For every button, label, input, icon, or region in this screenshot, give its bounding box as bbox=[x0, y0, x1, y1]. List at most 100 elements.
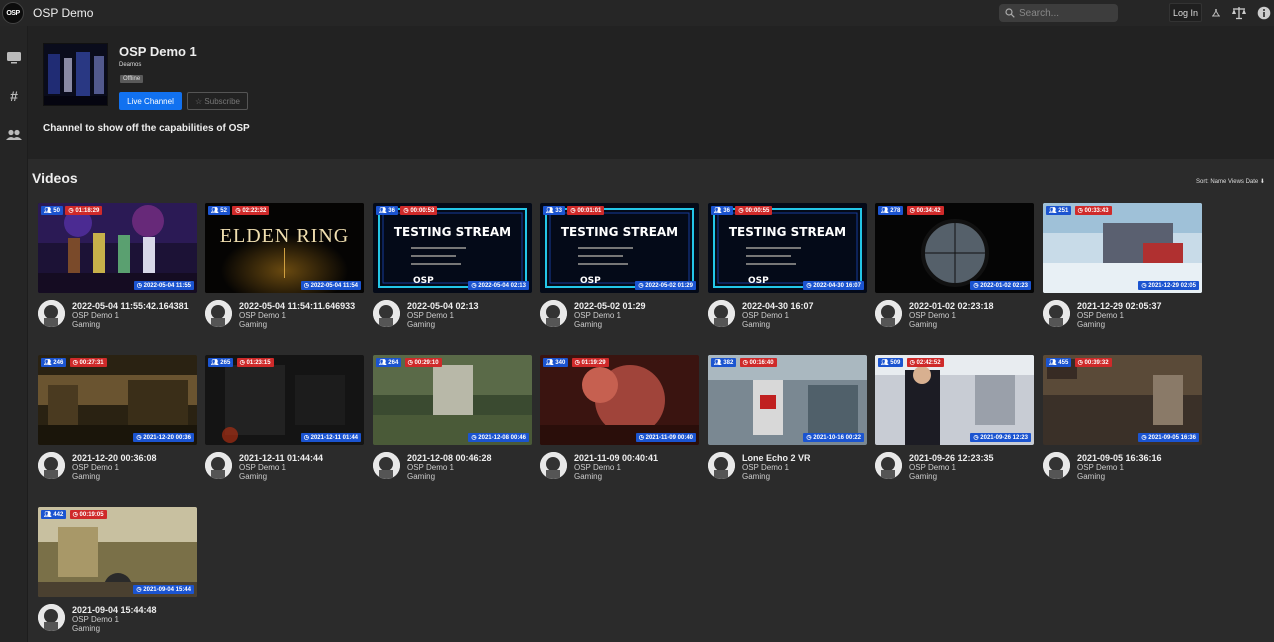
video-title[interactable]: 2021-12-29 02:05:37 bbox=[1077, 301, 1162, 311]
video-owner[interactable]: OSP Demo 1 bbox=[574, 463, 621, 472]
video-owner[interactable]: OSP Demo 1 bbox=[407, 463, 454, 472]
avatar[interactable] bbox=[38, 452, 65, 479]
scale-icon[interactable] bbox=[1231, 5, 1247, 21]
theme-toggle-icon[interactable] bbox=[1208, 5, 1224, 21]
video-title[interactable]: 2022-05-04 11:54:11.646933 bbox=[239, 301, 355, 311]
video-topic[interactable]: Gaming bbox=[909, 472, 937, 481]
topics-hash-icon[interactable]: # bbox=[5, 87, 23, 105]
video-title[interactable]: 2021-12-11 01:44:44 bbox=[239, 453, 323, 463]
video-thumbnail[interactable]: 👥︎ 50 ◷ 01:18:29 ◷ 2022-05-04 11:55 bbox=[38, 203, 197, 293]
video-topic[interactable]: Gaming bbox=[72, 624, 100, 633]
video-owner[interactable]: OSP Demo 1 bbox=[1077, 463, 1124, 472]
video-topic[interactable]: Gaming bbox=[1077, 472, 1105, 481]
video-card[interactable]: 👥︎ 442 ◷ 00:19:05 ◷ 2021-09-04 15:44 2021-0… bbox=[38, 507, 197, 642]
app-title[interactable]: OSP Demo bbox=[33, 6, 93, 20]
video-thumbnail[interactable]: 👥︎ 278 ◷ 00:34:42 ◷ 2022-01-02 02:23 bbox=[875, 203, 1034, 293]
video-card[interactable]: OSP TESTING STREAM 👥︎ 36 ◷ 00:00:55 ◷ 2022-0… bbox=[708, 203, 867, 338]
video-topic[interactable]: Gaming bbox=[742, 472, 770, 481]
video-topic[interactable]: Gaming bbox=[909, 320, 937, 329]
avatar[interactable] bbox=[875, 452, 902, 479]
video-thumbnail[interactable]: 👥︎ 264 ◷ 00:29:10 ◷ 2021-12-08 00:46 bbox=[373, 355, 532, 445]
video-topic[interactable]: Gaming bbox=[407, 472, 435, 481]
video-card[interactable]: 👥︎ 382 ◷ 00:16:40 ◷ 2021-10-16 00:22 Lone E… bbox=[708, 355, 867, 490]
video-thumbnail[interactable]: 👥︎ 265 ◷ 01:23:15 ◷ 2021-12-11 01:44 bbox=[205, 355, 364, 445]
video-owner[interactable]: OSP Demo 1 bbox=[742, 311, 789, 320]
video-thumbnail[interactable]: OSP TESTING STREAM 👥︎ 36 ◷ 00:00:55 ◷ 2022-0… bbox=[708, 203, 867, 293]
video-title[interactable]: 2022-05-04 11:55:42.164381 bbox=[72, 301, 189, 311]
video-card[interactable]: OSP TESTING STREAM 👥︎ 36 ◷ 00:00:53 ◷ 2022-0… bbox=[373, 203, 532, 338]
subscribe-button[interactable]: ☆ Subscribe bbox=[187, 92, 248, 110]
video-thumbnail[interactable]: 👥︎ 442 ◷ 00:19:05 ◷ 2021-09-04 15:44 bbox=[38, 507, 197, 597]
video-thumbnail[interactable]: 👥︎ 340 ◷ 01:19:29 ◷ 2021-11-09 00:40 bbox=[540, 355, 699, 445]
osp-logo[interactable]: OSP bbox=[2, 2, 24, 24]
video-title[interactable]: 2021-09-05 16:36:16 bbox=[1077, 453, 1162, 463]
avatar[interactable] bbox=[373, 300, 400, 327]
video-title[interactable]: Lone Echo 2 VR bbox=[742, 453, 811, 463]
video-owner[interactable]: OSP Demo 1 bbox=[909, 463, 956, 472]
video-card[interactable]: OSP TESTING STREAM 👥︎ 33 ◷ 00:01:01 ◷ 2022-0… bbox=[540, 203, 699, 338]
video-card[interactable]: 👥︎ 278 ◷ 00:34:42 ◷ 2022-01-02 02:23 2022-0… bbox=[875, 203, 1034, 338]
video-title[interactable]: 2021-09-04 15:44:48 bbox=[72, 605, 157, 615]
video-thumbnail[interactable]: 👥︎ 455 ◷ 00:39:32 ◷ 2021-09-05 16:36 bbox=[1043, 355, 1202, 445]
avatar[interactable] bbox=[540, 300, 567, 327]
video-title[interactable]: 2022-04-30 16:07 bbox=[742, 301, 814, 311]
video-thumbnail[interactable]: 👥︎ 382 ◷ 00:16:40 ◷ 2021-10-16 00:22 bbox=[708, 355, 867, 445]
video-card[interactable]: 👥︎ 455 ◷ 00:39:32 ◷ 2021-09-05 16:36 2021-0… bbox=[1043, 355, 1202, 490]
video-topic[interactable]: Gaming bbox=[72, 472, 100, 481]
video-card[interactable]: 👥︎ 246 ◷ 00:27:31 ◷ 2021-12-20 00:36 2021-1… bbox=[38, 355, 197, 490]
live-channel-button[interactable]: Live Channel bbox=[119, 92, 182, 110]
video-thumbnail[interactable]: ELDEN RING 👥︎ 52 ◷ 02:22:32 ◷ 2022-05-04 11… bbox=[205, 203, 364, 293]
video-title[interactable]: 2021-12-20 00:36:08 bbox=[72, 453, 157, 463]
video-topic[interactable]: Gaming bbox=[239, 320, 267, 329]
login-button[interactable]: Log In bbox=[1169, 3, 1202, 22]
video-topic[interactable]: Gaming bbox=[407, 320, 435, 329]
video-owner[interactable]: OSP Demo 1 bbox=[742, 463, 789, 472]
video-card[interactable]: ELDEN RING 👥︎ 52 ◷ 02:22:32 ◷ 2022-05-04 11… bbox=[205, 203, 364, 338]
video-title[interactable]: 2021-11-09 00:40:41 bbox=[574, 453, 658, 463]
avatar[interactable] bbox=[708, 300, 735, 327]
video-thumbnail[interactable]: 👥︎ 251 ◷ 00:33:43 ◷ 2021-12-29 02:05 bbox=[1043, 203, 1202, 293]
video-card[interactable]: 👥︎ 264 ◷ 00:29:10 ◷ 2021-12-08 00:46 2021-1… bbox=[373, 355, 532, 490]
video-card[interactable]: 👥︎ 509 ◷ 02:42:52 ◷ 2021-09-26 12:23 2021-0… bbox=[875, 355, 1034, 490]
video-owner[interactable]: OSP Demo 1 bbox=[1077, 311, 1124, 320]
video-thumbnail[interactable]: OSP TESTING STREAM 👥︎ 33 ◷ 00:01:01 ◷ 2022-0… bbox=[540, 203, 699, 293]
video-title[interactable]: 2022-05-02 01:29 bbox=[574, 301, 646, 311]
video-topic[interactable]: Gaming bbox=[742, 320, 770, 329]
avatar[interactable] bbox=[1043, 300, 1070, 327]
video-topic[interactable]: Gaming bbox=[1077, 320, 1105, 329]
video-title[interactable]: 2022-01-02 02:23:18 bbox=[909, 301, 994, 311]
video-owner[interactable]: OSP Demo 1 bbox=[72, 615, 119, 624]
video-topic[interactable]: Gaming bbox=[239, 472, 267, 481]
video-card[interactable]: 👥︎ 340 ◷ 01:19:29 ◷ 2021-11-09 00:40 2021-1… bbox=[540, 355, 699, 490]
video-title[interactable]: 2021-09-26 12:23:35 bbox=[909, 453, 994, 463]
video-owner[interactable]: OSP Demo 1 bbox=[407, 311, 454, 320]
video-owner[interactable]: OSP Demo 1 bbox=[909, 311, 956, 320]
avatar[interactable] bbox=[205, 300, 232, 327]
video-owner[interactable]: OSP Demo 1 bbox=[239, 311, 286, 320]
avatar[interactable] bbox=[875, 300, 902, 327]
users-icon[interactable] bbox=[5, 126, 23, 144]
video-owner[interactable]: OSP Demo 1 bbox=[72, 463, 119, 472]
video-owner[interactable]: OSP Demo 1 bbox=[574, 311, 621, 320]
avatar[interactable] bbox=[1043, 452, 1070, 479]
channels-icon[interactable] bbox=[5, 48, 23, 66]
video-thumbnail[interactable]: 👥︎ 509 ◷ 02:42:52 ◷ 2021-09-26 12:23 bbox=[875, 355, 1034, 445]
video-card[interactable]: 👥︎ 251 ◷ 00:33:43 ◷ 2021-12-29 02:05 2021-1… bbox=[1043, 203, 1202, 338]
video-title[interactable]: 2022-05-04 02:13 bbox=[407, 301, 479, 311]
video-thumbnail[interactable]: OSP TESTING STREAM 👥︎ 36 ◷ 00:00:53 ◷ 2022-0… bbox=[373, 203, 532, 293]
video-card[interactable]: 👥︎ 265 ◷ 01:23:15 ◷ 2021-12-11 01:44 2021-1… bbox=[205, 355, 364, 490]
search-input[interactable] bbox=[1019, 7, 1109, 19]
avatar[interactable] bbox=[708, 452, 735, 479]
video-card[interactable]: 👥︎ 50 ◷ 01:18:29 ◷ 2022-05-04 11:55 2022-05… bbox=[38, 203, 197, 338]
video-topic[interactable]: Gaming bbox=[72, 320, 100, 329]
video-owner[interactable]: OSP Demo 1 bbox=[239, 463, 286, 472]
avatar[interactable] bbox=[205, 452, 232, 479]
search-box[interactable] bbox=[999, 4, 1118, 22]
info-icon[interactable] bbox=[1256, 5, 1272, 21]
avatar[interactable] bbox=[38, 604, 65, 631]
avatar[interactable] bbox=[373, 452, 400, 479]
video-owner[interactable]: OSP Demo 1 bbox=[72, 311, 119, 320]
channel-owner[interactable]: Deamos bbox=[119, 62, 141, 68]
video-topic[interactable]: Gaming bbox=[574, 320, 602, 329]
video-thumbnail[interactable]: 👥︎ 246 ◷ 00:27:31 ◷ 2021-12-20 00:36 bbox=[38, 355, 197, 445]
